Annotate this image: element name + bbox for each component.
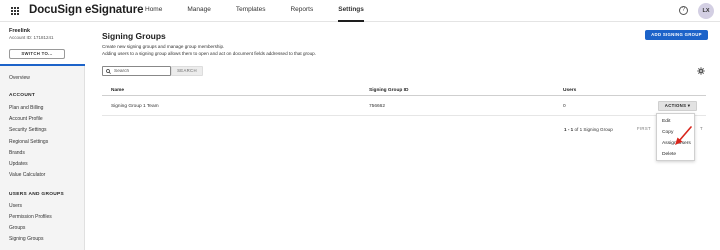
cell-group-id: 756662 [369,104,386,109]
cell-user-count: 0 [563,104,566,109]
sidebar-item-overview[interactable]: Overview [9,75,30,81]
account-panel: Freelink Account ID: 17181241 SWITCH TO.… [0,22,85,66]
column-header-signing-group-id[interactable]: Signing Group ID [369,88,408,93]
sidebar-item-signing-groups[interactable]: Signing Groups [9,236,43,242]
sidebar-item-groups[interactable]: Groups [9,225,25,231]
pagination-first-button[interactable]: FIRST [637,126,651,131]
table-header-divider [102,95,706,96]
sidebar-item-users[interactable]: Users [9,203,22,209]
tab-manage[interactable]: Manage [187,0,211,22]
column-header-name[interactable]: Name [111,88,124,93]
pagination-next-button[interactable]: T [700,126,703,131]
sidebar-item-permission-profiles[interactable]: Permission Profiles [9,214,52,220]
search-field [102,66,171,76]
search-button[interactable]: SEARCH [171,66,203,76]
column-header-users[interactable]: Users [563,88,576,93]
pagination-total: of 1 Signing Group [574,127,613,132]
avatar[interactable]: LX [698,3,714,19]
page-description-line-2: Adding users to a signing group allows t… [102,51,317,56]
sidebar-section-account: ACCOUNT [9,93,36,98]
switch-account-button[interactable]: SWITCH TO... [9,49,65,59]
account-id: Account ID: 17181241 [9,35,54,40]
actions-label: ACTIONS [664,103,687,108]
help-icon[interactable]: ? [679,6,688,15]
top-nav-bar: DocuSign eSignature Home Manage Template… [0,0,720,22]
main-nav: Home Manage Templates Reports Settings [145,0,389,22]
add-signing-group-button[interactable]: ADD SIGNING GROUP [645,30,708,40]
actions-dropdown-button[interactable]: ACTIONS ▾ [658,101,697,111]
sidebar-item-plan-and-billing[interactable]: Plan and Billing [9,105,43,111]
cell-group-name[interactable]: Signing Group 1 Team [111,104,159,109]
sidebar-item-brands[interactable]: Brands [9,150,25,156]
search-input[interactable] [114,68,169,75]
pagination-summary: 1 - 1 of 1 Signing Group [564,127,613,132]
brand-logo-text[interactable]: DocuSign eSignature [29,4,144,16]
tab-reports[interactable]: Reports [290,0,313,22]
page-description-line-1: Create new signing groups and manage gro… [102,44,225,49]
settings-sidebar: Freelink Account ID: 17181241 SWITCH TO.… [0,22,85,250]
tab-home[interactable]: Home [145,0,162,22]
sidebar-item-account-profile[interactable]: Account Profile [9,116,43,122]
pagination-range: 1 - 1 [564,127,574,132]
annotation-arrow-icon [675,126,692,145]
gear-icon[interactable] [697,67,705,75]
sidebar-item-regional-settings[interactable]: Regional Settings [9,139,48,145]
sidebar-item-updates[interactable]: Updates [9,161,28,167]
sidebar-section-users-and-groups: USERS AND GROUPS [9,192,64,197]
search-icon [106,69,111,74]
sidebar-item-value-calculator[interactable]: Value Calculator [9,172,45,178]
page-title: Signing Groups [102,31,166,41]
sidebar-item-security-settings[interactable]: Security Settings [9,127,47,133]
tab-templates[interactable]: Templates [236,0,266,22]
caret-down-icon: ▾ [687,103,691,108]
menu-item-edit[interactable]: Edit [662,119,670,124]
tab-settings[interactable]: Settings [338,0,364,22]
table-row-divider [102,115,706,116]
account-name: Freelink [9,28,31,34]
menu-item-delete[interactable]: Delete [662,152,676,157]
app-launcher-grid-icon[interactable] [11,7,19,15]
